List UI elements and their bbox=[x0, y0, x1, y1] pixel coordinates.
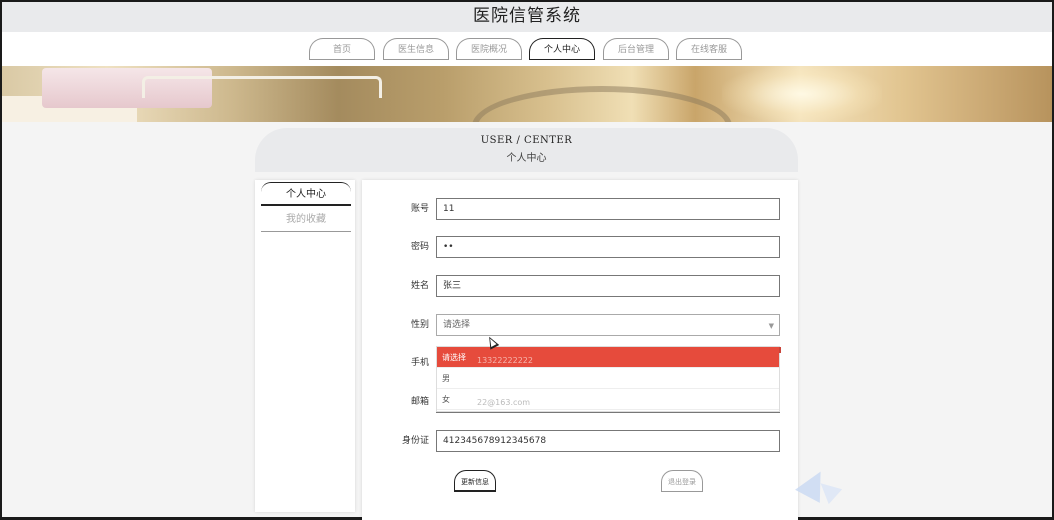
password-input[interactable]: •• bbox=[436, 236, 780, 258]
nav-item-doctors[interactable]: 医生信息 bbox=[383, 38, 449, 60]
nav-item-home[interactable]: 首页 bbox=[309, 38, 375, 60]
email-label: 邮箱 bbox=[410, 397, 429, 407]
banner-bed-rail bbox=[142, 76, 382, 98]
name-input[interactable]: 张三 bbox=[436, 275, 780, 297]
option-label: 女 bbox=[442, 395, 450, 404]
nav-item-hospital[interactable]: 医院概况 bbox=[456, 38, 522, 60]
chevron-down-icon: ▼ bbox=[768, 322, 774, 330]
main-nav: 首页 医生信息 医院概况 个人中心 后台管理 在线客服 bbox=[2, 32, 1052, 66]
decorative-shape-icon bbox=[795, 465, 843, 505]
form-row-password: 密码 •• bbox=[362, 236, 798, 258]
phone-label: 手机 bbox=[410, 358, 429, 368]
nav-item-support[interactable]: 在线客服 bbox=[676, 38, 742, 60]
sidebar-item-user-center[interactable]: 个人中心 bbox=[261, 182, 351, 206]
nav-item-user-center[interactable]: 个人中心 bbox=[529, 38, 595, 60]
idcard-label: 身份证 bbox=[401, 436, 429, 446]
gender-select-value: 请选择 bbox=[443, 320, 471, 330]
idcard-input[interactable]: 412345678912345678 bbox=[436, 430, 780, 452]
sidebar: 个人中心 我的收藏 bbox=[255, 180, 355, 512]
form-row-idcard: 身份证 412345678912345678 bbox=[362, 430, 798, 452]
hero-banner bbox=[2, 66, 1052, 122]
panel-title-en: USER / CENTER bbox=[480, 135, 573, 146]
account-input[interactable]: 11 bbox=[436, 198, 780, 220]
form-row-name: 姓名 张三 bbox=[362, 275, 798, 297]
dropdown-option-placeholder[interactable]: 请选择 13322222222 bbox=[437, 347, 779, 368]
gender-select[interactable]: 请选择 ▼ bbox=[436, 314, 780, 336]
panel-header: USER / CENTER 个人中心 bbox=[255, 128, 798, 172]
nav-item-admin[interactable]: 后台管理 bbox=[603, 38, 669, 60]
banner-light bbox=[722, 66, 882, 122]
password-label: 密码 bbox=[410, 242, 429, 252]
site-header: 医院信管系统 bbox=[2, 2, 1052, 32]
panel-title-cn: 个人中心 bbox=[506, 153, 547, 164]
site-title: 医院信管系统 bbox=[473, 6, 581, 26]
gender-dropdown: 请选择 13322222222 男 女 22@163.com bbox=[436, 346, 781, 412]
account-label: 账号 bbox=[410, 204, 429, 214]
dropdown-option-male[interactable]: 男 bbox=[437, 368, 779, 389]
option-label: 请选择 bbox=[442, 353, 466, 362]
name-label: 姓名 bbox=[410, 281, 429, 291]
banner-floor-curve bbox=[472, 86, 732, 122]
gender-label: 性别 bbox=[410, 320, 429, 330]
form-row-account: 账号 11 bbox=[362, 198, 798, 220]
logout-button[interactable]: 退出登录 bbox=[661, 470, 703, 492]
sidebar-item-favorites[interactable]: 我的收藏 bbox=[261, 208, 351, 232]
dropdown-option-female[interactable]: 女 22@163.com bbox=[437, 389, 779, 410]
form-row-gender: 性别 请选择 ▼ bbox=[362, 314, 798, 336]
update-info-button[interactable]: 更新信息 bbox=[454, 470, 496, 492]
email-value-behind: 22@163.com bbox=[477, 398, 531, 407]
